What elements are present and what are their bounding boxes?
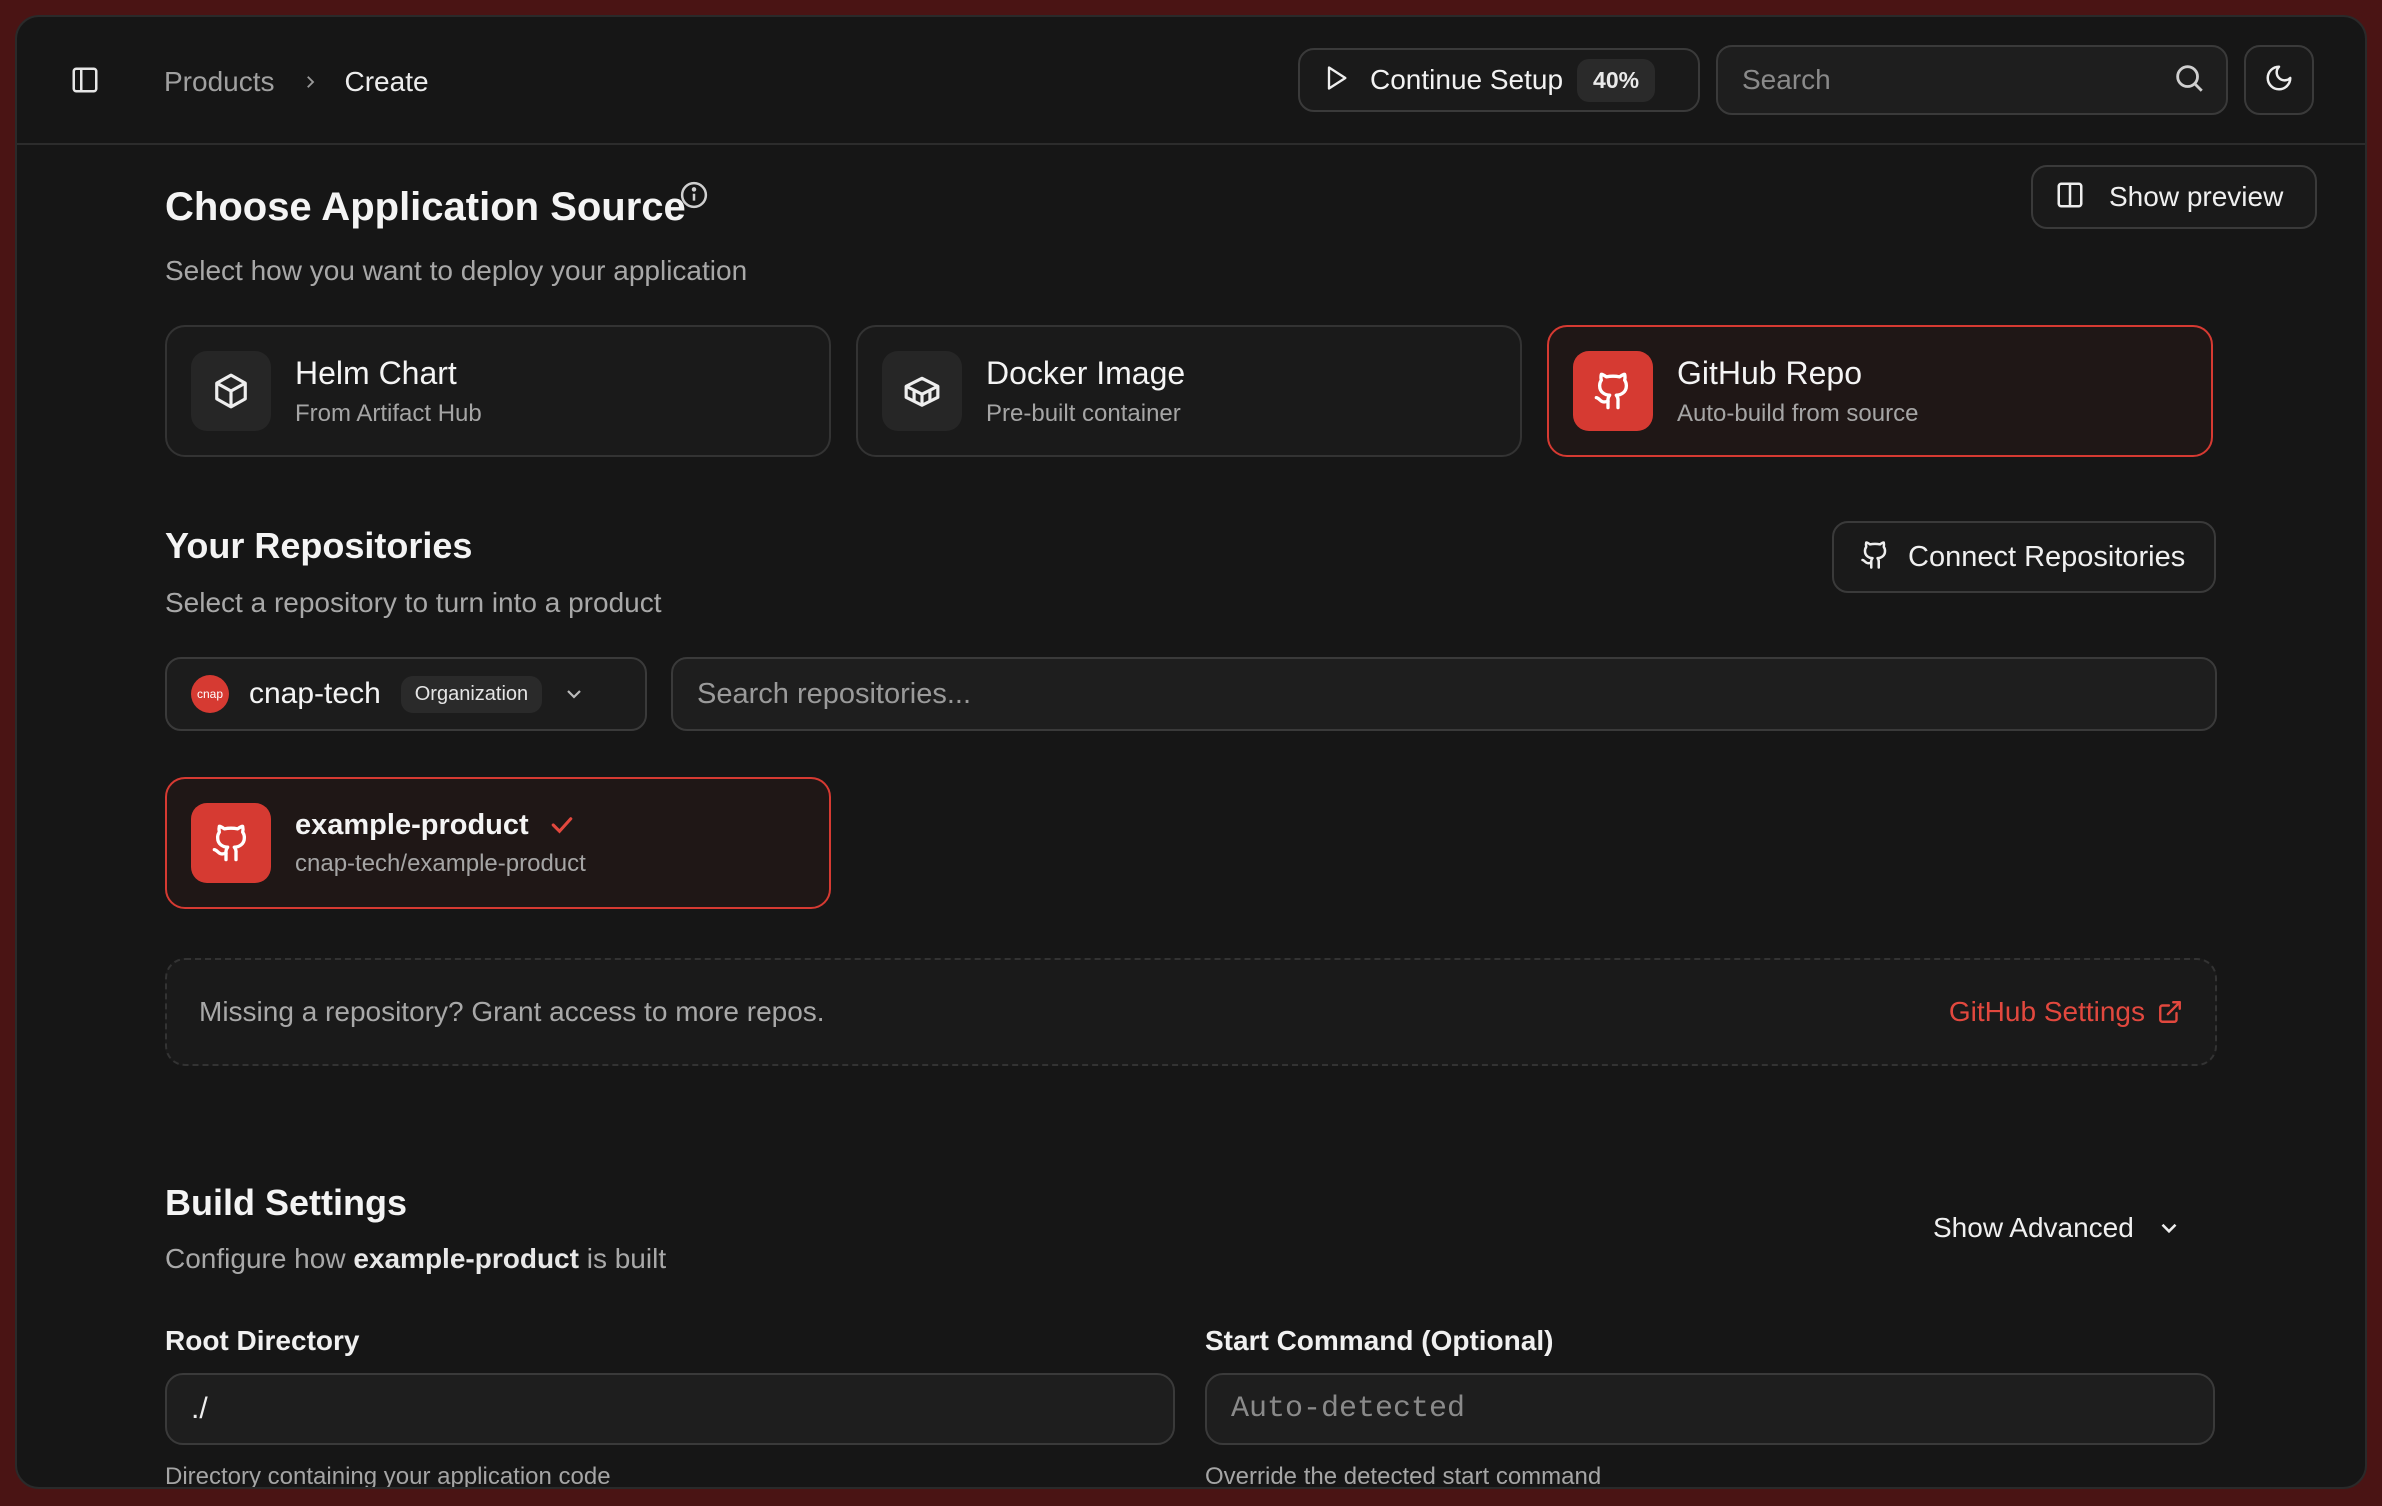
repo-path: cnap-tech/example-product	[295, 849, 586, 877]
chevron-down-icon	[562, 682, 586, 706]
container-icon	[882, 351, 962, 431]
source-option-docker[interactable]: Docker Image Pre-built container	[856, 325, 1522, 457]
breadcrumb-products[interactable]: Products	[164, 66, 275, 98]
progress-badge: 40%	[1577, 58, 1656, 102]
source-option-subtitle: From Artifact Hub	[295, 399, 482, 427]
github-icon	[1860, 540, 1890, 575]
continue-setup-button[interactable]: Continue Setup 40%	[1298, 48, 1700, 112]
github-settings-link[interactable]: GitHub Settings	[1949, 996, 2183, 1028]
root-directory-label: Root Directory	[165, 1325, 360, 1356]
search-input[interactable]	[1742, 64, 2172, 96]
sidebar-toggle-icon[interactable]	[67, 62, 103, 98]
start-command-help: Override the detected start command	[1205, 1463, 1602, 1489]
source-option-title: Docker Image	[986, 354, 1186, 391]
external-link-icon	[2157, 999, 2183, 1025]
panel-icon	[2055, 180, 2085, 215]
github-settings-label: GitHub Settings	[1948, 996, 2145, 1027]
build-settings-subtitle: Configure how example-product is built	[165, 1243, 666, 1275]
breadcrumb-current: Create	[344, 66, 429, 97]
search-icon[interactable]	[2172, 61, 2206, 100]
page-title: Choose Application Source	[165, 185, 686, 229]
app-window: Products Create Continue Setup 40% C	[15, 15, 2367, 1489]
repo-item-example-product[interactable]: example-product cnap-tech/example-produc…	[165, 777, 831, 909]
source-option-github[interactable]: GitHub Repo Auto-build from source	[1547, 325, 2213, 457]
top-bar: Products Create Continue Setup 40%	[17, 17, 2365, 145]
show-preview-button[interactable]: Show preview	[2031, 165, 2317, 229]
org-avatar: cnap	[191, 675, 229, 713]
source-option-helm[interactable]: Helm Chart From Artifact Hub	[165, 325, 831, 457]
check-icon	[547, 810, 577, 840]
config-suffix: is built	[586, 1243, 667, 1274]
source-option-subtitle: Pre-built container	[986, 399, 1181, 427]
config-repo-name: example-product	[353, 1243, 579, 1274]
config-prefix: Configure how	[165, 1243, 346, 1274]
chevron-down-icon	[2156, 1215, 2182, 1241]
build-settings-title: Build Settings	[165, 1182, 407, 1223]
connect-repositories-button[interactable]: Connect Repositories	[1832, 521, 2216, 593]
org-name: cnap-tech	[249, 677, 381, 710]
github-icon	[191, 803, 271, 883]
org-select[interactable]: cnap cnap-tech Organization	[165, 657, 647, 731]
missing-repo-notice: Missing a repository? Grant access to mo…	[165, 958, 2217, 1066]
root-directory-input[interactable]	[165, 1373, 1175, 1445]
repos-title: Your Repositories	[165, 525, 473, 566]
repos-subtitle: Select a repository to turn into a produ…	[165, 587, 662, 618]
repo-name: example-product	[295, 808, 529, 841]
root-directory-help: Directory containing your application co…	[165, 1463, 611, 1489]
source-option-subtitle: Auto-build from source	[1677, 399, 1919, 427]
show-advanced-toggle[interactable]: Show Advanced	[1933, 1208, 2182, 1248]
repo-search-input[interactable]	[697, 677, 2215, 711]
top-search	[1716, 45, 2228, 115]
continue-setup-label: Continue Setup	[1370, 64, 1564, 95]
package-icon	[191, 351, 271, 431]
show-advanced-label: Show Advanced	[1933, 1212, 2134, 1243]
moon-icon	[2264, 63, 2294, 98]
show-preview-label: Show preview	[2109, 181, 2284, 212]
start-command-input[interactable]	[1205, 1373, 2215, 1445]
repo-search	[671, 657, 2217, 731]
missing-repo-text: Missing a repository? Grant access to mo…	[199, 996, 825, 1027]
theme-toggle-button[interactable]	[2244, 45, 2314, 115]
page-subtitle: Select how you want to deploy your appli…	[165, 255, 748, 286]
play-icon	[1322, 64, 1350, 97]
chevron-right-icon	[301, 73, 319, 91]
github-icon	[1573, 351, 1653, 431]
source-option-title: GitHub Repo	[1677, 354, 1862, 391]
connect-repositories-label: Connect Repositories	[1908, 540, 2186, 573]
start-command-label: Start Command (Optional)	[1205, 1325, 1554, 1356]
breadcrumb: Products Create	[164, 62, 429, 102]
info-icon[interactable]	[679, 180, 709, 215]
source-option-title: Helm Chart	[295, 354, 457, 391]
org-type-badge: Organization	[400, 675, 543, 713]
